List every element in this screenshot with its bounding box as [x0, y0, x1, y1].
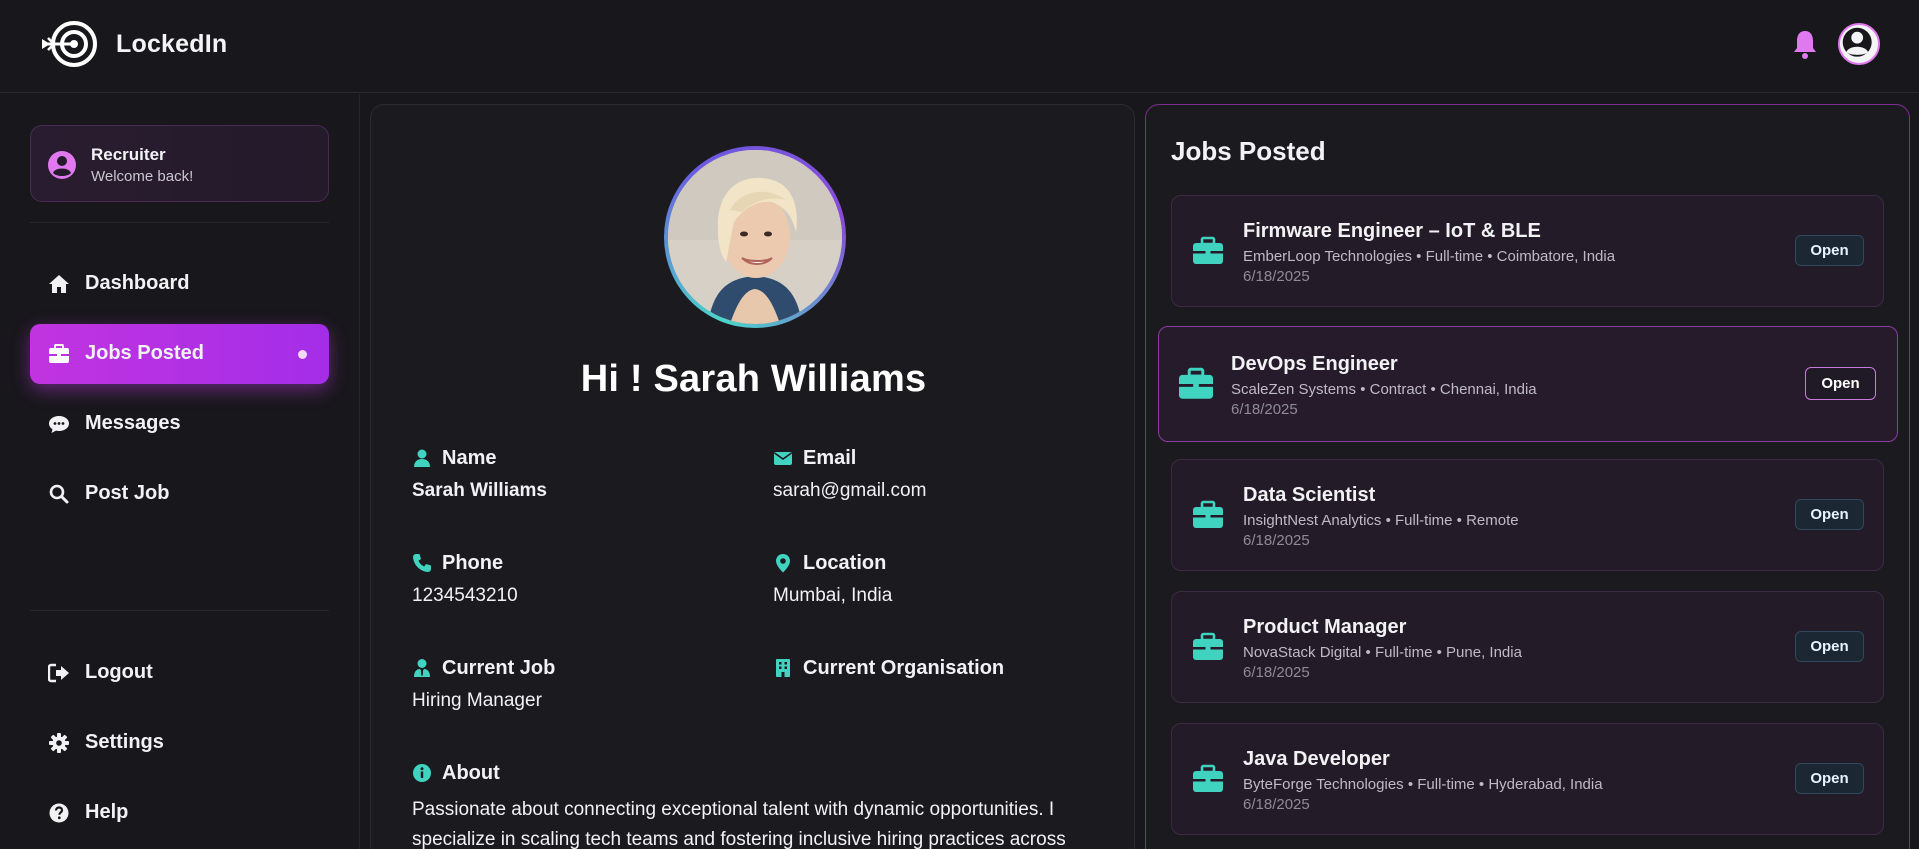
name-value: Sarah Williams	[412, 480, 547, 501]
field-label: Current Organisation	[803, 656, 1005, 679]
target-logo-icon	[42, 21, 97, 67]
briefcase-icon	[1179, 367, 1213, 399]
job-meta: EmberLoop Technologies • Full-time • Coi…	[1243, 248, 1616, 265]
nav-jobs-posted[interactable]: Jobs Posted	[30, 324, 329, 384]
nav-label: Logout	[85, 661, 153, 683]
open-job-button[interactable]: Open	[1805, 367, 1876, 400]
job-title: Product Manager	[1243, 616, 1407, 638]
nav-label: Help	[85, 801, 129, 823]
open-job-button[interactable]: Open	[1795, 235, 1864, 266]
phone-icon	[413, 554, 431, 572]
nav-logout[interactable]: Logout	[30, 643, 329, 703]
nav-label: Settings	[85, 731, 164, 753]
briefcase-icon	[1193, 764, 1223, 792]
user-circle-icon	[1840, 25, 1875, 60]
user-circle-icon	[48, 151, 76, 179]
role-card: Recruiter Welcome back!	[30, 125, 329, 202]
job-title: Java Developer	[1243, 748, 1390, 770]
envelope-icon	[774, 452, 792, 465]
jobs-posted-panel: Jobs Posted Firmware Engineer – IoT & BL…	[1145, 104, 1910, 849]
nav-dashboard[interactable]: Dashboard	[30, 254, 329, 314]
job-meta: ScaleZen Systems • Contract • Chennai, I…	[1231, 381, 1537, 398]
role-subtitle: Welcome back!	[91, 168, 194, 185]
job-meta: InsightNest Analytics • Full-time • Remo…	[1243, 512, 1519, 529]
phone-value: 1234543210	[412, 585, 518, 606]
job-title: Firmware Engineer – IoT & BLE	[1243, 220, 1541, 242]
nav-label: Messages	[85, 412, 181, 434]
active-indicator-dot	[298, 350, 307, 359]
chat-icon	[49, 416, 69, 433]
jobs-panel-title: Jobs Posted	[1171, 136, 1326, 166]
nav-post-job[interactable]: Post Job	[30, 464, 329, 524]
nav-settings[interactable]: Settings	[30, 713, 329, 773]
nav-messages[interactable]: Messages	[30, 394, 329, 454]
field-label: Location	[803, 551, 887, 574]
user-avatar-button[interactable]	[1838, 23, 1880, 65]
nav-help[interactable]: Help	[30, 783, 329, 843]
job-meta: ByteForge Technologies • Full-time • Hyd…	[1243, 776, 1603, 793]
profile-greeting: Hi ! Sarah Williams	[580, 358, 927, 400]
field-name: Name Sarah Williams	[412, 445, 547, 502]
about-value: Passionate about connecting exceptional …	[412, 799, 1066, 849]
briefcase-icon	[1193, 236, 1223, 264]
nav-label: Post Job	[85, 482, 170, 504]
briefcase-icon	[1193, 500, 1223, 528]
home-icon	[49, 275, 69, 293]
job-card[interactable]: Java Developer ByteForge Technologies • …	[1171, 723, 1884, 835]
job-card[interactable]: Firmware Engineer – IoT & BLE EmberLoop …	[1171, 195, 1884, 307]
job-date: 6/18/2025	[1231, 401, 1298, 418]
divider	[30, 610, 329, 611]
user-tie-icon	[414, 659, 430, 677]
job-card[interactable]: DevOps Engineer ScaleZen Systems • Contr…	[1158, 326, 1898, 442]
field-label: Phone	[442, 551, 504, 574]
nav-label: Jobs Posted	[85, 342, 204, 364]
field-email: Email sarah@gmail.com	[773, 445, 926, 502]
job-date: 6/18/2025	[1243, 532, 1310, 549]
field-about: About Passionate about connecting except…	[412, 760, 1112, 849]
field-label: About	[442, 761, 500, 784]
user-icon	[414, 449, 430, 467]
briefcase-icon	[49, 344, 69, 363]
profile-photo	[664, 146, 846, 328]
field-label: Current Job	[442, 656, 556, 679]
job-date: 6/18/2025	[1243, 268, 1310, 285]
briefcase-icon	[1193, 632, 1223, 660]
brand[interactable]: LockedIn	[40, 20, 227, 68]
location-value: Mumbai, India	[773, 585, 893, 606]
open-job-button[interactable]: Open	[1795, 763, 1864, 794]
app-name: LockedIn	[116, 29, 228, 58]
bell-icon[interactable]	[1792, 29, 1818, 59]
current-job-value: Hiring Manager	[412, 690, 542, 711]
job-title: DevOps Engineer	[1231, 353, 1398, 375]
open-job-button[interactable]: Open	[1795, 631, 1864, 662]
job-card[interactable]: Data Scientist InsightNest Analytics • F…	[1171, 459, 1884, 571]
field-label: Email	[803, 446, 857, 469]
profile-panel: Hi ! Sarah Williams Name Sarah Williams …	[370, 104, 1135, 849]
divider	[30, 222, 329, 223]
map-pin-icon	[776, 554, 790, 573]
top-bar: LockedIn	[0, 0, 1919, 93]
search-icon	[49, 484, 69, 504]
help-icon	[49, 803, 69, 823]
email-value: sarah@gmail.com	[773, 480, 927, 501]
field-location: Location Mumbai, India	[773, 550, 892, 607]
job-title: Data Scientist	[1243, 484, 1376, 506]
profile-photo-image	[668, 150, 842, 324]
role-title: Recruiter	[91, 145, 166, 164]
nav-label: Dashboard	[85, 272, 190, 294]
field-phone: Phone 1234543210	[412, 550, 518, 607]
gear-icon	[49, 733, 69, 753]
sidebar: Recruiter Welcome back! Dashboard Jobs P…	[0, 94, 360, 849]
field-current-job: Current Job Hiring Manager	[412, 655, 555, 712]
job-card[interactable]: Product Manager NovaStack Digital • Full…	[1171, 591, 1884, 703]
job-meta: NovaStack Digital • Full-time • Pune, In…	[1243, 644, 1522, 661]
logout-icon	[48, 663, 69, 683]
building-icon	[776, 659, 790, 677]
job-date: 6/18/2025	[1243, 796, 1310, 813]
field-current-organisation: Current Organisation	[773, 655, 1004, 690]
info-icon	[413, 764, 431, 782]
job-date: 6/18/2025	[1243, 664, 1310, 681]
field-label: Name	[442, 446, 497, 469]
open-job-button[interactable]: Open	[1795, 499, 1864, 530]
